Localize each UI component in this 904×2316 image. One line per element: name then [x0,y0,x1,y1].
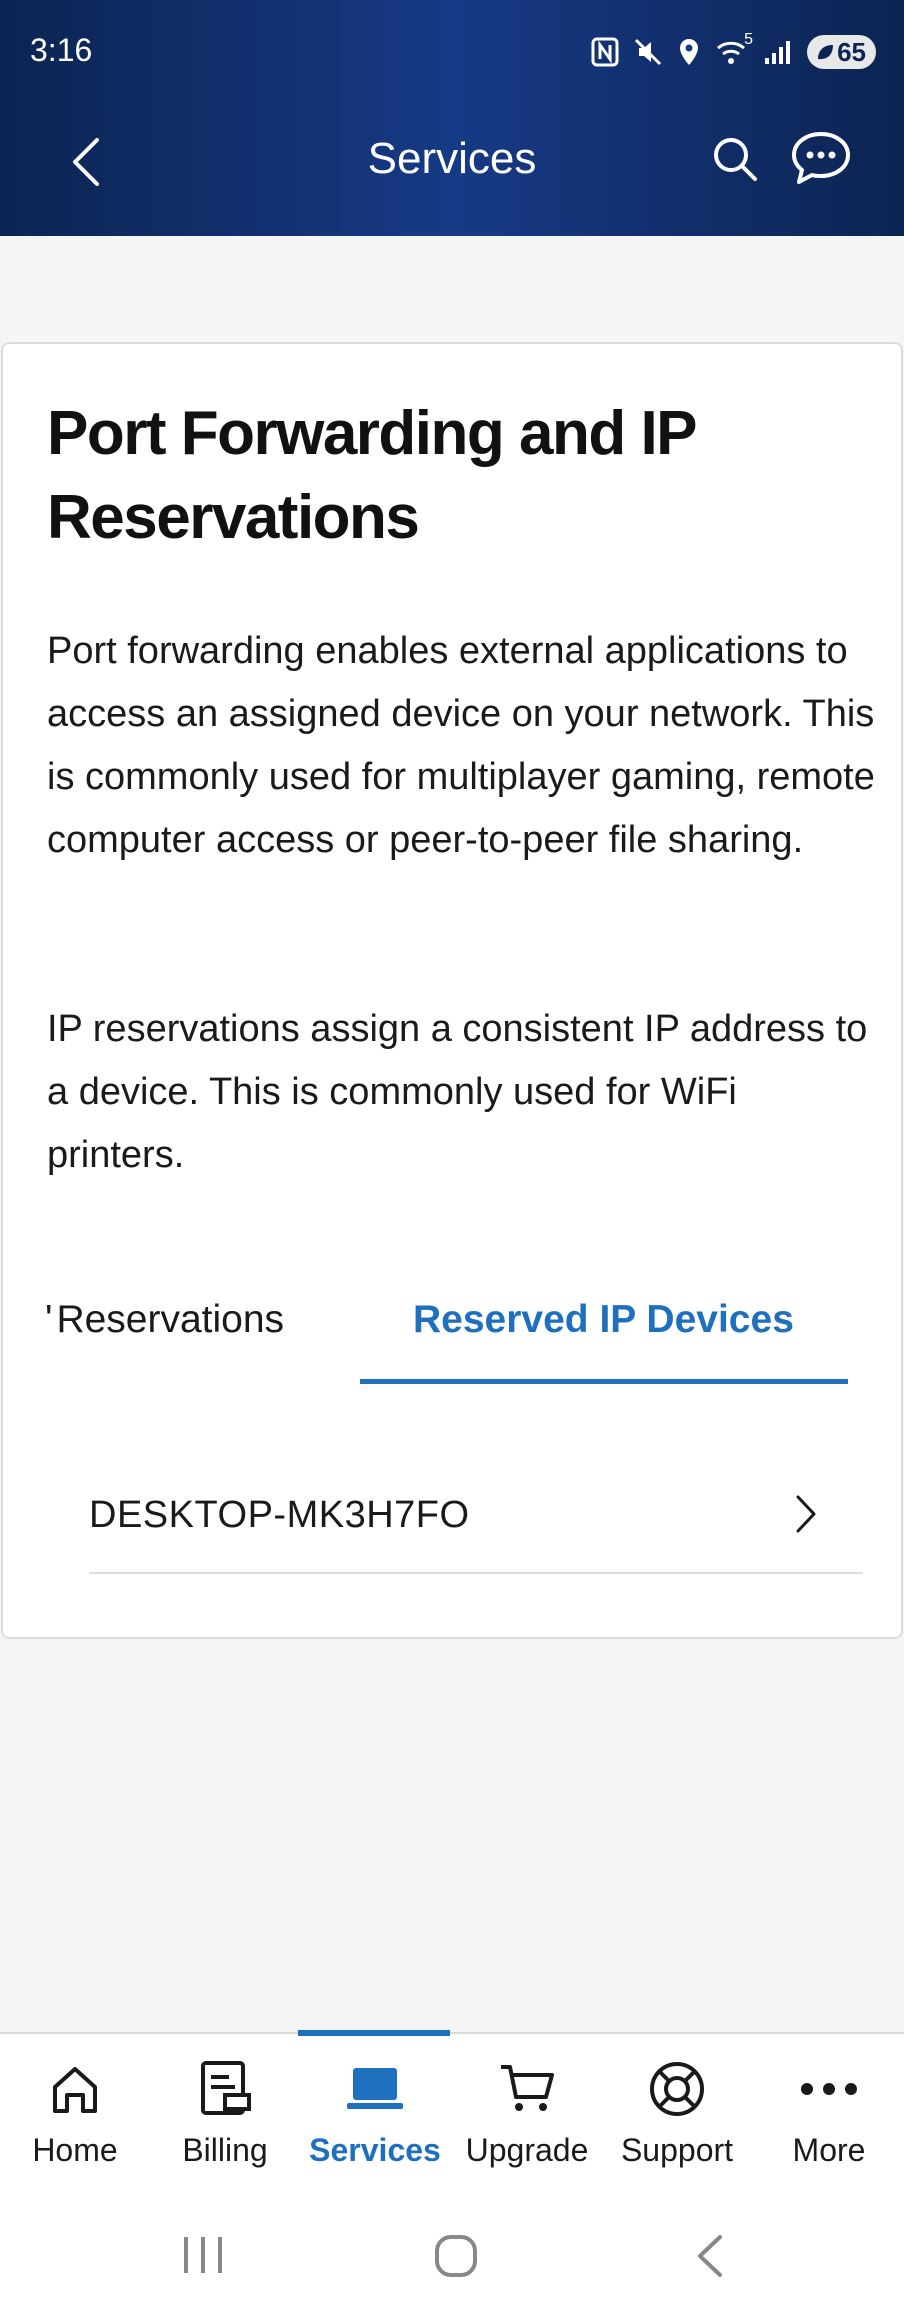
nav-more[interactable]: More [754,2034,904,2194]
nav-more-label: More [792,2132,866,2168]
tab-reservations[interactable]: ' Reservations [45,1298,284,1342]
system-navigation-bar [0,2204,904,2316]
lifebuoy-icon [650,2062,704,2116]
nav-services[interactable]: Services [300,2034,450,2194]
cart-icon [501,2065,554,2111]
mute-icon [633,37,663,67]
status-bar: 3:16 5 65 [0,0,904,106]
nav-home[interactable]: Home [0,2034,150,2194]
page-title: Services [367,134,537,183]
port-forwarding-description: Port forwarding enables external applica… [47,630,875,861]
search-button[interactable] [710,134,766,190]
location-icon [677,37,701,67]
active-tab-indicator [360,1379,848,1384]
wifi-icon: 5 [715,31,753,67]
battery-indicator: 65 [807,35,876,69]
tab-clipped-prefix: ' [45,1298,53,1341]
chevron-right-icon [796,1495,816,1533]
card-title: Port Forwarding and IP Reservations [47,399,696,552]
tab-reserved-ip-devices-label: Reserved IP Devices [413,1298,794,1341]
battery-level: 65 [837,36,866,67]
nav-upgrade-label: Upgrade [465,2132,589,2168]
app-header: 3:16 5 65 Services [0,0,904,236]
bottom-navigation: Home Billing Services Upgrade Support Mo… [0,2030,904,2204]
nav-billing-label: Billing [182,2132,268,2168]
chat-icon [792,132,850,184]
nav-home-label: Home [32,2132,118,2168]
back-chevron-icon [698,2235,722,2277]
ip-reservation-description: IP reservations assign a consistent IP a… [47,1008,868,1176]
device-name: DESKTOP-MK3H7FO [89,1494,470,1536]
home-circle-icon [435,2235,477,2277]
billing-icon [201,2061,251,2115]
nav-bar: Services [0,106,904,236]
tab-bar: ' Reservations Reserved IP Devices [3,1284,901,1404]
wifi-generation-label: 5 [744,31,754,48]
chat-button[interactable] [790,130,854,194]
search-icon [714,138,757,181]
signal-icon [763,38,793,66]
leaf-icon [818,45,834,60]
back-system-button[interactable] [694,2234,724,2283]
nav-upgrade[interactable]: Upgrade [452,2034,602,2194]
recent-apps-icon [184,2237,222,2273]
recent-apps-button[interactable] [180,2234,226,2281]
home-system-button[interactable] [434,2234,478,2283]
device-row[interactable]: DESKTOP-MK3H7FO [89,1464,863,1574]
nfc-icon [591,37,619,67]
tab-reserved-ip-devices[interactable]: Reserved IP Devices [413,1298,794,1342]
home-icon [53,2067,97,2113]
nav-support-label: Support [620,2132,734,2168]
port-forwarding-card: Port Forwarding and IP Reservations Port… [1,342,903,1639]
status-icons: 5 65 [591,31,876,70]
status-time: 3:16 [30,32,93,68]
nav-support[interactable]: Support [602,2034,752,2194]
nav-billing[interactable]: Billing [150,2034,300,2194]
tab-reservations-label: Reservations [56,1298,285,1341]
laptop-icon [347,2068,403,2109]
more-dots-icon [801,2083,857,2095]
nav-services-label: Services [309,2132,441,2168]
